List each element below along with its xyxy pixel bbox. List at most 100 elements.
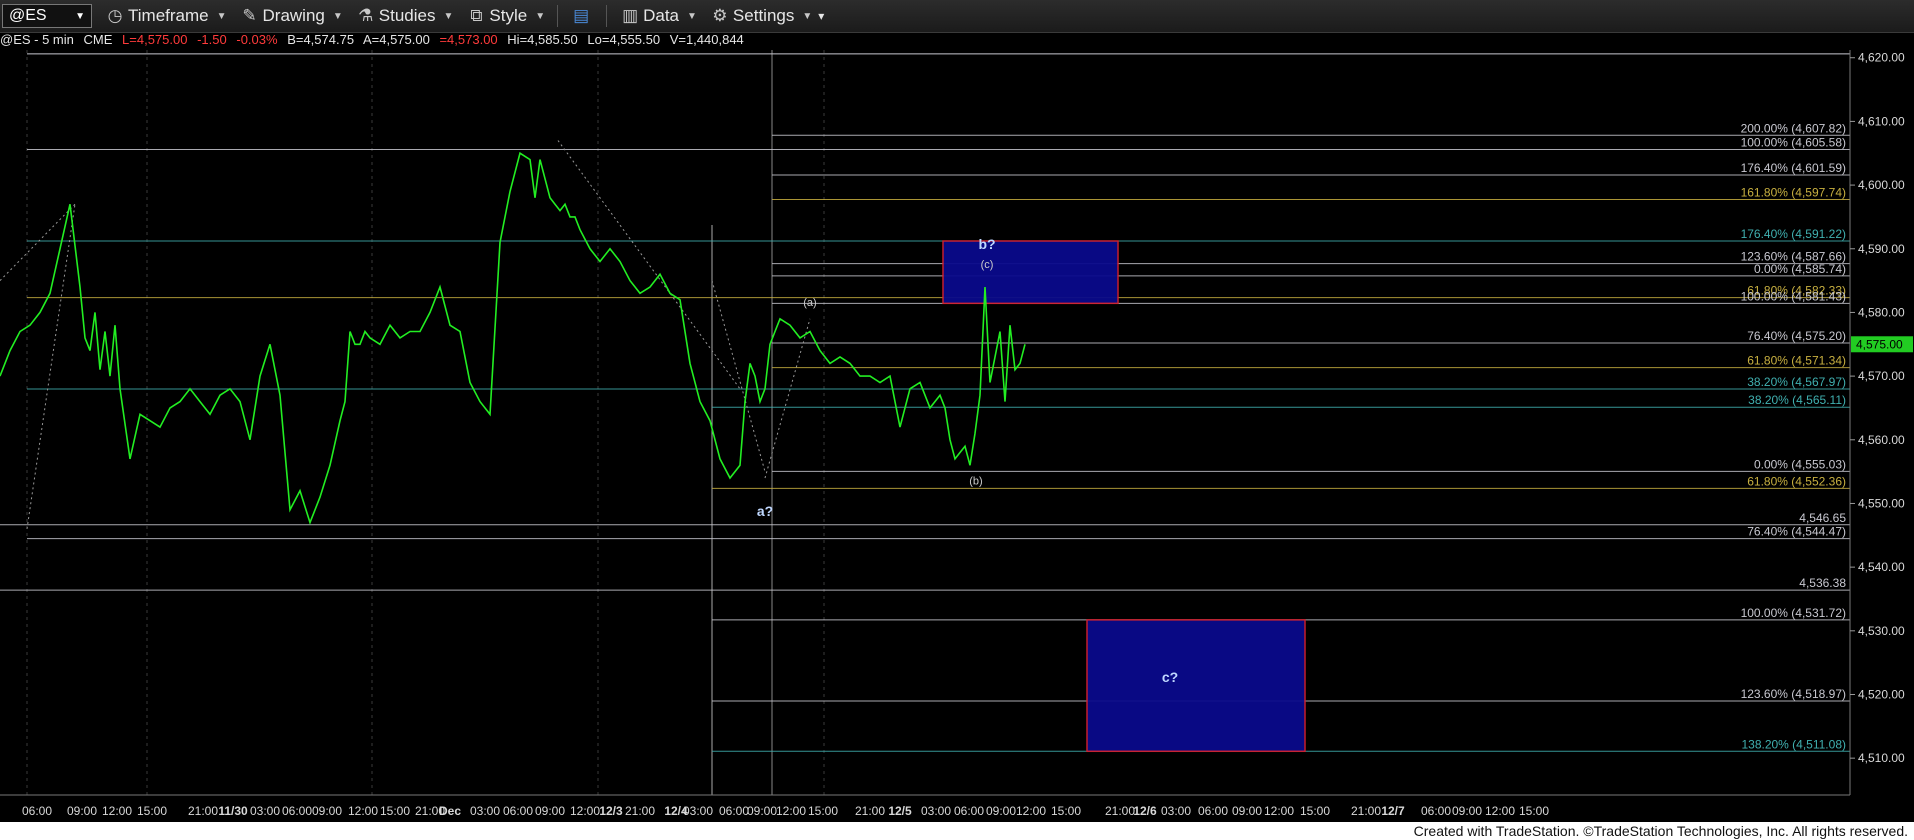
- x-tick-label: 03:00: [470, 804, 500, 818]
- fib-level-label: 38.20% (4,567.97): [1747, 375, 1846, 389]
- style-icon: ⧉: [470, 6, 483, 25]
- x-tick-label: 06:00: [503, 804, 533, 818]
- drawing-menu[interactable]: ✎ Drawing ▼: [241, 6, 342, 26]
- x-tick-label: 09:00: [312, 804, 342, 818]
- x-tick-label: 12/5: [888, 804, 912, 818]
- info-change-pct: -0.03%: [236, 32, 278, 47]
- chevron-down-icon: ▼: [443, 10, 454, 22]
- x-tick-label: 03:00: [1161, 804, 1191, 818]
- x-tick-label: 12/3: [599, 804, 623, 818]
- pencil-icon: ✎: [242, 6, 257, 25]
- fib-level-label: 100.00% (4,531.72): [1741, 606, 1846, 620]
- settings-label: Settings: [732, 6, 795, 25]
- x-tick-label: 15:00: [1051, 804, 1081, 818]
- studies-label: Studies: [378, 6, 436, 25]
- chevron-down-icon: ▼: [802, 10, 813, 22]
- x-tick-label: 03:00: [683, 804, 713, 818]
- style-menu[interactable]: ⧉ Style ▼: [467, 6, 545, 26]
- footer-copyright: Created with TradeStation. ©TradeStation…: [1413, 823, 1908, 839]
- wave-connector: [0, 203, 76, 281]
- x-tick-label: 12:00: [776, 804, 806, 818]
- x-tick-label: 21:00: [1351, 804, 1381, 818]
- info-change: -1.50: [197, 32, 227, 47]
- x-tick-label: 12:00: [1485, 804, 1515, 818]
- x-tick-label: 12:00: [1264, 804, 1294, 818]
- x-tick-label: 06:00: [719, 804, 749, 818]
- x-tick-label: 12:00: [570, 804, 600, 818]
- fib-level-label: 138.20% (4,511.08): [1741, 737, 1846, 751]
- info-low: Lo=4,555.50: [587, 32, 661, 47]
- b-target-zone: [942, 240, 1119, 305]
- x-tick-label: 06:00: [954, 804, 984, 818]
- fib-level-label: 0.00% (4,555.03): [1754, 457, 1846, 471]
- timeframe-menu[interactable]: ◷ Timeframe ▼: [106, 6, 227, 26]
- x-tick-label: 21:00: [855, 804, 885, 818]
- quote-infobar: @ES - 5 min CME L=4,575.00 -1.50 -0.03% …: [0, 32, 1914, 50]
- last-price-label: 4,575.00: [1856, 337, 1903, 351]
- overflow-icon[interactable]: ▾: [818, 9, 824, 23]
- bar-chart-icon: ▥: [622, 6, 639, 25]
- x-tick-label: 11/30: [218, 804, 248, 818]
- x-tick-label: 06:00: [1198, 804, 1228, 818]
- wave-connector: [26, 204, 76, 530]
- fib-level-label: 38.20% (4,565.11): [1748, 393, 1846, 407]
- x-tick-label: 06:00: [22, 804, 52, 818]
- x-tick-label: 21:00: [188, 804, 218, 818]
- x-tick-label: 06:00: [282, 804, 312, 818]
- fib-level-label: 76.40% (4,575.20): [1747, 329, 1846, 343]
- x-tick-label: 09:00: [747, 804, 777, 818]
- studies-menu[interactable]: ⚗ Studies ▼: [357, 6, 454, 26]
- y-tick-label: 4,570.00: [1858, 369, 1905, 383]
- x-tick-label: 15:00: [1519, 804, 1549, 818]
- x-tick-label: 12/7: [1381, 804, 1405, 818]
- x-tick-label: 09:00: [1452, 804, 1482, 818]
- y-tick-label: 4,560.00: [1858, 433, 1905, 447]
- x-tick-label: 12:00: [102, 804, 132, 818]
- wave-label: c?: [1162, 669, 1178, 685]
- layout-button[interactable]: ▤: [572, 6, 594, 26]
- chart-toolbar: @ES ▼ ◷ Timeframe ▼ ✎ Drawing ▼ ⚗ Studie…: [0, 0, 1914, 33]
- x-tick-label: 12:00: [348, 804, 378, 818]
- y-tick-label: 4,590.00: [1858, 242, 1905, 256]
- x-tick-label: 15:00: [1300, 804, 1330, 818]
- style-label: Style: [489, 6, 528, 25]
- fib-level-label: 123.60% (4,518.97): [1741, 687, 1846, 701]
- timeframe-label: Timeframe: [128, 6, 209, 25]
- x-tick-label: Dec: [439, 804, 461, 818]
- flask-icon: ⚗: [358, 6, 374, 25]
- wave-label: a?: [757, 503, 773, 519]
- chevron-down-icon: ▼: [535, 10, 546, 22]
- chevron-down-icon: ▼: [75, 10, 85, 22]
- drawing-label: Drawing: [262, 6, 325, 25]
- fib-level-label: 61.80% (4,552.36): [1747, 474, 1846, 488]
- info-last: L=4,575.00: [122, 32, 188, 47]
- fib-level-label: 4,546.65: [1799, 511, 1846, 525]
- data-menu[interactable]: ▥ Data ▼: [621, 6, 697, 26]
- y-tick-label: 4,520.00: [1858, 687, 1905, 701]
- y-tick-label: 4,530.00: [1858, 624, 1905, 638]
- x-tick-label: 12:00: [1016, 804, 1046, 818]
- price-chart[interactable]: 200.00% (4,607.82)100.00% (4,605.58) 176.…: [0, 50, 1914, 822]
- settings-menu[interactable]: ⚙ Settings ▼: [711, 6, 812, 26]
- fib-level-label: 176.40% (4,601.59): [1741, 161, 1846, 175]
- symbol-selector[interactable]: @ES ▼: [2, 4, 92, 28]
- info-ask: A=4,575.00: [362, 32, 430, 47]
- fib-level-label: 0.00% (4,585.74): [1754, 262, 1846, 276]
- info-bid: B=4,574.75: [287, 32, 355, 47]
- clock-icon: ◷: [107, 6, 123, 25]
- layout-icon: ▤: [573, 6, 590, 25]
- chevron-down-icon: ▼: [687, 10, 697, 22]
- c-target-zone: [1086, 619, 1306, 753]
- y-tick-label: 4,580.00: [1858, 305, 1905, 319]
- x-tick-label: 09:00: [67, 804, 97, 818]
- data-label: Data: [643, 6, 680, 25]
- x-tick-label: 21:00: [1105, 804, 1135, 818]
- y-tick-label: 4,620.00: [1858, 51, 1905, 65]
- x-tick-label: 03:00: [921, 804, 951, 818]
- x-tick-label: 15:00: [380, 804, 410, 818]
- x-tick-label: 06:00: [1421, 804, 1451, 818]
- x-tick-label: 12/6: [1133, 804, 1157, 818]
- y-tick-label: 4,550.00: [1858, 496, 1905, 510]
- wave-label: (c): [981, 259, 994, 271]
- fib-level-label: 100.00% (4,605.58): [1741, 136, 1846, 150]
